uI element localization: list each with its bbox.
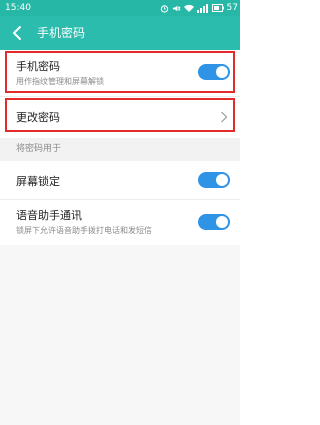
toggle-knob xyxy=(216,216,228,228)
toggle-knob xyxy=(216,174,228,186)
battery-icon xyxy=(211,4,224,12)
screen-lock-row[interactable]: 屏幕锁定 xyxy=(0,161,240,199)
page-title: 手机密码 xyxy=(37,26,86,40)
alarm-icon xyxy=(160,4,168,13)
voice-assistant-subtitle: 锁屏下允许语音助手拨打电话和发短信 xyxy=(16,226,152,235)
battery-percentage: 57 xyxy=(226,3,238,13)
highlight-frame xyxy=(5,51,235,93)
signal-icon xyxy=(196,3,208,13)
screen-lock-label: 屏幕锁定 xyxy=(16,175,60,188)
voice-assistant-row[interactable]: 语音助手通讯 锁屏下允许语音助手拨打电话和发短信 xyxy=(0,200,240,245)
empty-background xyxy=(0,245,240,425)
voice-assistant-toggle[interactable] xyxy=(198,214,230,230)
back-arrow-icon[interactable] xyxy=(10,25,24,41)
section-header-bar: 将密码用于 xyxy=(0,138,240,161)
status-icons: 57 xyxy=(160,0,240,16)
screen-lock-toggle[interactable] xyxy=(198,172,230,188)
status-time: 15:40 xyxy=(5,3,31,13)
title-bar: 手机密码 xyxy=(0,16,240,50)
section-header: 将密码用于 xyxy=(16,144,62,154)
voice-assistant-label: 语音助手通讯 xyxy=(16,209,82,222)
mute-icon xyxy=(172,5,181,11)
status-bar: 15:40 57 xyxy=(0,0,240,16)
highlight-frame xyxy=(5,98,235,132)
wifi-icon xyxy=(183,4,194,12)
